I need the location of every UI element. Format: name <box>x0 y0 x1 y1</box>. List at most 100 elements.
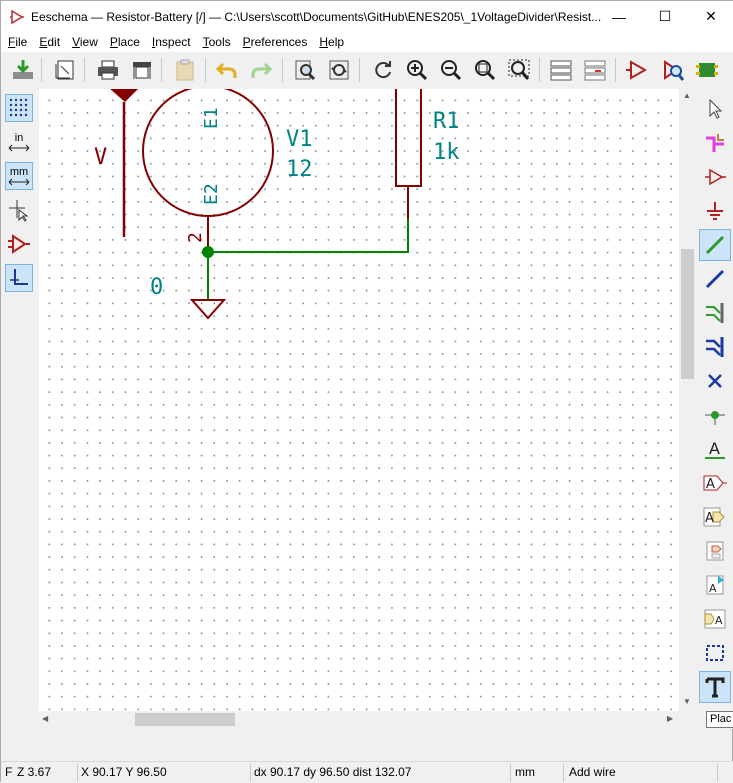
resistor-body <box>395 89 422 187</box>
units-inch-button[interactable]: in <box>5 128 33 156</box>
find-replace-button[interactable] <box>325 56 353 84</box>
menu-label-rest: elp <box>328 35 345 49</box>
symbol-icon <box>705 168 726 186</box>
refresh-icon <box>375 61 391 79</box>
ground-triangle <box>189 299 227 320</box>
plot-button[interactable] <box>128 56 156 84</box>
footprint-editor-button[interactable] <box>693 56 721 84</box>
wire-to-bus-entry-button[interactable] <box>699 297 731 329</box>
grid-toggle-button[interactable] <box>5 94 33 122</box>
tool-tooltip: Plac <box>706 711 733 728</box>
add-sheet-button[interactable] <box>699 535 731 567</box>
window-title: Eeschema — Resistor-Battery [/] — C:\Use… <box>31 9 602 24</box>
scroll-left-icon[interactable]: ◀ <box>42 714 48 723</box>
no-connect-icon <box>708 374 722 388</box>
close-button[interactable]: ✕ <box>688 1 733 32</box>
minimize-button[interactable]: — <box>596 1 642 32</box>
junction-dot <box>202 246 214 258</box>
vertical-scrollbar[interactable]: ▲ ▼ <box>679 89 696 711</box>
orthogonal-line-icon <box>10 269 28 285</box>
add-bus-button[interactable] <box>699 263 731 295</box>
eeschema-window: Eeschema — Resistor-Battery [/] — C:\Use… <box>0 0 733 783</box>
symbol-editor-button[interactable] <box>623 56 651 84</box>
undo-button[interactable] <box>213 56 241 84</box>
bus-entry-icon <box>706 337 724 357</box>
menu-bar: File Edit View Place Inspect Tools Preferences… <box>1 32 733 52</box>
scroll-up-icon[interactable]: ▲ <box>683 91 691 100</box>
menu-help[interactable]: Help <box>313 32 350 52</box>
main-toolbar <box>1 52 733 89</box>
schematic-canvas[interactable]: V E1 E2 2 V1 12 R1 1k 0 <box>39 89 679 711</box>
zoom-out-button[interactable] <box>437 56 465 84</box>
menu-label-rest: lace <box>117 35 140 49</box>
power-label: V <box>94 145 107 170</box>
ground-label: 0 <box>150 275 163 300</box>
units-mm-button[interactable]: mm <box>5 162 33 190</box>
menu-label-rest: nspect <box>155 35 191 49</box>
zoom-in-button[interactable] <box>403 56 431 84</box>
menu-inspect[interactable]: Inspect <box>146 32 197 52</box>
symbol-browser-button[interactable] <box>659 56 687 84</box>
refresh-button[interactable] <box>369 56 397 84</box>
find-icon <box>295 60 316 81</box>
voltage-source-v1[interactable]: E1 E2 2 V1 12 <box>142 89 313 252</box>
add-hierarchical-label-button[interactable]: A <box>699 501 731 533</box>
cursor-shape-button[interactable] <box>5 196 33 224</box>
page-settings-button[interactable] <box>51 56 79 84</box>
status-units: mm <box>515 765 535 779</box>
hierarchy-icon <box>550 60 572 81</box>
power-symbol-v[interactable]: V <box>94 89 139 237</box>
arrow-horizontal-icon <box>8 144 30 151</box>
add-symbol-button[interactable] <box>699 161 731 193</box>
paste-button[interactable] <box>171 56 199 84</box>
menu-file[interactable]: File <box>2 32 33 52</box>
add-graphic-lines-button[interactable] <box>699 637 731 669</box>
add-global-label-button[interactable]: A <box>699 467 731 499</box>
add-wire-button[interactable] <box>699 229 731 261</box>
status-zoom: Z 3.67 <box>17 765 52 779</box>
menu-place[interactable]: Place <box>104 32 146 52</box>
add-sheet-pin-button[interactable]: A <box>699 603 731 635</box>
menu-edit[interactable]: Edit <box>33 32 66 52</box>
hierarchy-navigator-button[interactable] <box>547 56 575 84</box>
highlight-net-button[interactable] <box>699 127 731 159</box>
import-sheet-pin-button[interactable]: A <box>699 569 731 601</box>
no-connect-button[interactable] <box>699 365 731 397</box>
print-button[interactable] <box>94 56 122 84</box>
add-text-button[interactable] <box>699 671 731 703</box>
schematic-setup-button[interactable] <box>9 56 37 84</box>
menu-tools[interactable]: Tools <box>197 32 237 52</box>
resistor-r1[interactable]: R1 1k <box>395 89 460 219</box>
status-delta: dx 90.17 dy 96.50 dist 132.07 <box>254 765 412 779</box>
select-tool-button[interactable] <box>699 93 731 125</box>
source-pin-bottom-name: E2 <box>201 183 222 205</box>
ground-icon <box>707 202 723 220</box>
hidden-pins-button[interactable] <box>5 230 33 258</box>
add-power-button[interactable] <box>699 195 731 227</box>
ground-symbol[interactable]: 0 <box>150 275 227 320</box>
vertical-scroll-thumb[interactable] <box>681 249 694 379</box>
wire-net[interactable] <box>202 219 409 300</box>
horizontal-scroll-thumb[interactable] <box>135 713 235 726</box>
find-button[interactable] <box>291 56 319 84</box>
horizontal-scrollbar[interactable]: ◀ ▶ <box>39 711 679 728</box>
scroll-down-icon[interactable]: ▼ <box>683 697 691 706</box>
menu-preferences[interactable]: Preferences <box>237 32 314 52</box>
menu-view[interactable]: View <box>66 32 104 52</box>
zoom-fit-button[interactable] <box>471 56 499 84</box>
load-schematic-icon <box>13 60 33 79</box>
add-label-button[interactable]: A <box>699 433 731 465</box>
zoom-selection-button[interactable] <box>505 56 533 84</box>
wire-segment <box>208 219 409 253</box>
redo-button[interactable] <box>247 56 275 84</box>
line-mode-button[interactable] <box>5 264 33 292</box>
menu-accel-letter: H <box>319 35 329 49</box>
find-replace-icon <box>329 60 349 80</box>
scroll-right-icon[interactable]: ▶ <box>667 714 673 723</box>
page-settings-icon <box>55 60 74 80</box>
bus-to-bus-entry-button[interactable] <box>699 331 731 363</box>
add-junction-button[interactable] <box>699 399 731 431</box>
maximize-button[interactable]: ☐ <box>642 1 688 32</box>
leave-sheet-button[interactable] <box>581 56 609 84</box>
mm-label: mm <box>9 165 29 178</box>
